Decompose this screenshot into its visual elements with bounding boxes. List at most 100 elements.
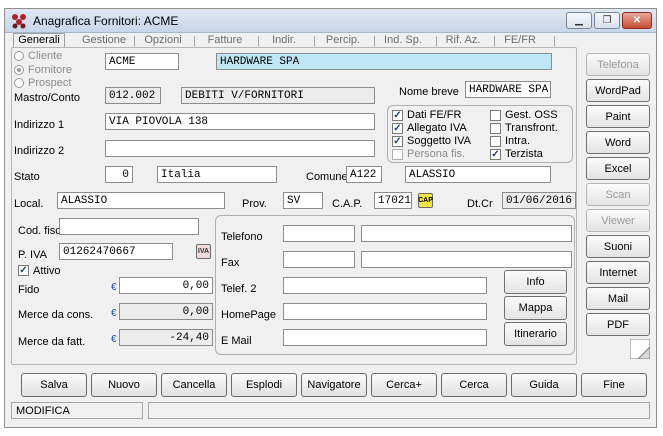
telefono-description-field[interactable]	[361, 225, 572, 242]
cap-lookup-icon[interactable]: CAP	[418, 193, 433, 208]
salva-button[interactable]: Salva	[21, 373, 87, 397]
cerca-plus-button[interactable]: Cerca+	[371, 373, 437, 397]
tab-fatture[interactable]: Fatture	[199, 34, 251, 48]
comune-field[interactable]: ALASSIO	[405, 166, 551, 183]
tab-percipienti[interactable]: Percip.	[318, 34, 368, 48]
partita-iva-field[interactable]: 01262470667	[59, 243, 173, 260]
tab-indirizzi[interactable]: Indir.	[262, 34, 306, 48]
company-name-field[interactable]: HARDWARE SPA	[216, 53, 552, 70]
checkbox-terzista[interactable]: ✓	[490, 149, 501, 160]
fax-label: Fax	[221, 257, 240, 269]
checkbox-allegato-iva[interactable]: ✓	[392, 123, 403, 134]
nome-breve-field[interactable]: HARDWARE SPA	[465, 81, 551, 98]
esplodi-button[interactable]: Esplodi	[231, 373, 297, 397]
checkbox-soggetto-iva-label: Soggetto IVA	[407, 135, 472, 147]
tab-fe-fr[interactable]: FE/FR	[499, 34, 541, 48]
maximize-button[interactable]: ❐	[594, 12, 620, 29]
email-field[interactable]	[283, 329, 487, 346]
itinerario-button[interactable]: Itinerario	[504, 322, 567, 346]
word-button[interactable]: Word	[586, 131, 650, 154]
tab-generali[interactable]: Generali	[13, 33, 65, 48]
internet-button[interactable]: Internet	[586, 261, 650, 284]
viewer-button[interactable]: Viewer	[586, 209, 650, 232]
indirizzo1-label: Indirizzo 1	[14, 119, 65, 131]
tab-gestione[interactable]: Gestione	[75, 34, 133, 48]
tab-riferimenti-aziendali[interactable]: Rif. Az.	[441, 34, 485, 48]
telefono-field[interactable]	[283, 225, 355, 242]
checkbox-intra[interactable]	[490, 136, 501, 147]
stato-code-field[interactable]: 0	[105, 166, 133, 183]
merce-fatturare-label: Merce da fatt.	[18, 336, 86, 348]
fido-label: Fido	[18, 284, 40, 296]
localita-field[interactable]: ALASSIO	[57, 192, 225, 209]
tab-opzioni[interactable]: Opzioni	[137, 34, 189, 48]
fax-description-field[interactable]	[361, 251, 572, 268]
homepage-label: HomePage	[221, 309, 277, 321]
checkbox-transfront[interactable]	[490, 123, 501, 134]
pdf-button[interactable]: PDF	[586, 313, 650, 336]
cap-field[interactable]: 17021	[374, 192, 412, 209]
fido-field[interactable]: 0,00	[119, 277, 213, 294]
checkbox-attivo-label: Attivo	[33, 265, 61, 277]
nome-breve-label: Nome breve	[399, 86, 459, 98]
cerca-button[interactable]: Cerca	[441, 373, 507, 397]
minimize-button[interactable]: ▁	[566, 12, 592, 29]
piva-check-icon[interactable]: IVA	[196, 244, 211, 259]
comune-label: Comune	[306, 171, 348, 183]
scan-button[interactable]: Scan	[586, 183, 650, 206]
app-icon	[12, 14, 26, 29]
indirizzo2-field[interactable]	[105, 140, 375, 157]
wordpad-button[interactable]: WordPad	[586, 79, 650, 102]
telefono2-field[interactable]	[283, 277, 487, 294]
guida-button[interactable]: Guida	[511, 373, 577, 397]
radio-cliente-label: Cliente	[28, 50, 63, 62]
telefono2-label: Telef. 2	[221, 283, 257, 295]
checkbox-soggetto-iva[interactable]: ✓	[392, 136, 403, 147]
navigatore-button[interactable]: Navigatore	[301, 373, 367, 397]
fine-button[interactable]: Fine	[581, 373, 647, 397]
provincia-field[interactable]: SV	[283, 192, 323, 209]
checkbox-gest-oss[interactable]	[490, 110, 501, 121]
excel-button[interactable]: Excel	[586, 157, 650, 180]
telefona-button[interactable]: Telefona	[586, 53, 650, 76]
currency-icon: €	[111, 282, 117, 293]
nuovo-button[interactable]: Nuovo	[91, 373, 157, 397]
mastro-description-field: DEBITI V/FORNITORI	[181, 87, 375, 104]
mastro-field[interactable]: 012.002	[105, 87, 161, 104]
tab-separator: |	[193, 35, 196, 47]
partita-iva-label: P. IVA	[18, 249, 47, 261]
comune-code-field[interactable]: A122	[346, 166, 382, 183]
radio-prospect[interactable]	[14, 78, 24, 88]
radio-fornitore[interactable]	[14, 65, 24, 75]
checkbox-attivo[interactable]: ✓	[18, 265, 29, 276]
supplier-code-field[interactable]: ACME	[105, 53, 179, 70]
homepage-field[interactable]	[283, 303, 487, 320]
radio-cliente[interactable]	[14, 51, 24, 61]
checkbox-dati-fe-fr[interactable]: ✓	[392, 110, 403, 121]
fax-field[interactable]	[283, 251, 355, 268]
indirizzo1-field[interactable]: VIA PIOVOLA 138	[105, 113, 375, 130]
info-button[interactable]: Info	[504, 270, 567, 294]
mappa-button[interactable]: Mappa	[504, 296, 567, 320]
suoni-button[interactable]: Suoni	[586, 235, 650, 258]
tab-separator: |	[257, 35, 260, 47]
codice-fiscale-field[interactable]	[59, 218, 199, 235]
merce-consegnare-field: 0,00	[119, 303, 213, 320]
checkbox-terzista-label: Terzista	[505, 148, 543, 160]
cancella-button[interactable]: Cancella	[161, 373, 227, 397]
status-mode: MODIFICA	[11, 402, 143, 419]
tab-separator: |	[313, 35, 316, 47]
paint-button[interactable]: Paint	[586, 105, 650, 128]
checkbox-persona-fisica[interactable]	[392, 149, 403, 160]
codice-fiscale-label: Cod. fisc.	[18, 225, 64, 237]
stato-field[interactable]: Italia	[157, 166, 277, 183]
title-bar: Anagrafica Fornitori: ACME ▁ ❐ ✕	[5, 9, 656, 33]
email-label: E Mail	[221, 335, 252, 347]
tab-separator: |	[373, 35, 376, 47]
close-button[interactable]: ✕	[622, 12, 652, 29]
tab-strip: Generali Gestione | Opzioni | Fatture | …	[13, 33, 581, 48]
localita-label: Local.	[14, 198, 44, 210]
checkbox-allegato-iva-label: Allegato IVA	[407, 122, 467, 134]
mail-button[interactable]: Mail	[586, 287, 650, 310]
tab-indirizzi-spedizione[interactable]: Ind. Sp.	[378, 34, 428, 48]
